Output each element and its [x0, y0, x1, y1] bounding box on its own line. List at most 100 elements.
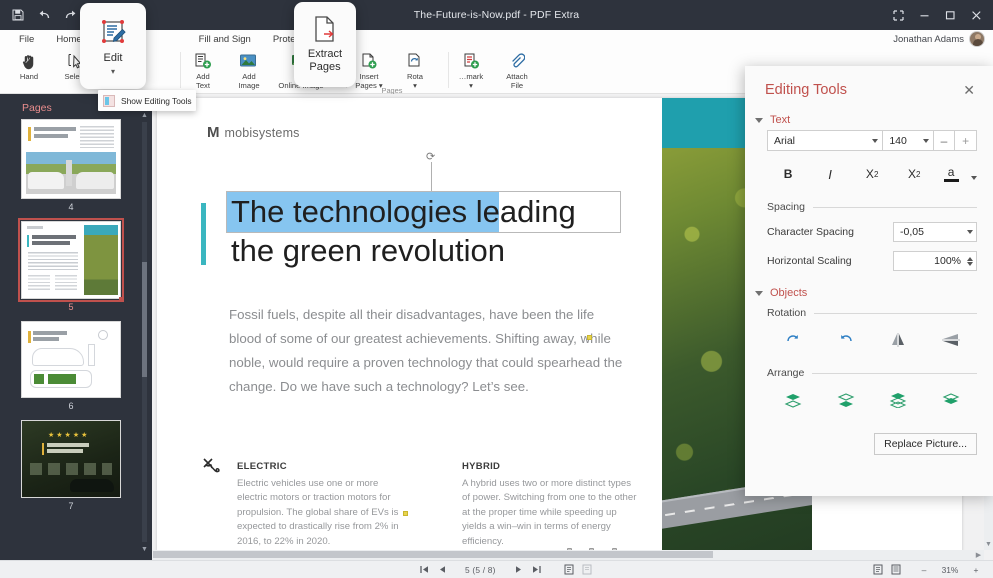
mobisystems-mark-icon: M: [207, 124, 219, 141]
extract-pages-popup[interactable]: Extract Pages: [294, 2, 356, 87]
add-text-button[interactable]: Add Text: [180, 49, 226, 93]
add-image-button[interactable]: Add Image: [226, 49, 272, 93]
superscript-button[interactable]: X2: [893, 162, 935, 186]
tab-file[interactable]: File: [8, 30, 45, 49]
scroll-down-icon[interactable]: ▼: [141, 546, 148, 554]
headline-selected-text: The technologies: [231, 194, 467, 229]
headline-line-2: the green revolution: [231, 230, 505, 271]
doc-scroll-right-icon[interactable]: ▶: [975, 551, 982, 559]
fit-width-icon[interactable]: [887, 562, 905, 578]
send-to-back-button[interactable]: [925, 387, 978, 413]
page-number-7: 7: [22, 501, 120, 511]
page-thumbnail-5[interactable]: [22, 222, 120, 298]
section-header-text[interactable]: Text: [745, 104, 993, 130]
scroll-up-icon[interactable]: ▲: [141, 112, 148, 120]
restore-layout-icon[interactable]: [885, 0, 911, 30]
zoom-in-button[interactable]: +: [967, 562, 985, 578]
increase-font-size-button[interactable]: +: [955, 130, 977, 151]
extract-pages-popup-label: Extract Pages: [308, 48, 342, 74]
insert-pages-icon: [358, 51, 380, 71]
zoom-controls: – 31% +: [869, 562, 985, 578]
continuous-view-icon[interactable]: [578, 562, 596, 578]
page-indicator[interactable]: 5 (5 / 8): [451, 565, 510, 575]
chevron-down-icon[interactable]: [967, 230, 973, 234]
fit-page-icon[interactable]: [869, 562, 887, 578]
decrease-font-size-button[interactable]: –: [934, 130, 956, 151]
send-backward-button[interactable]: [820, 387, 873, 413]
character-spacing-value: -0,05: [900, 226, 963, 238]
stepper-up-icon[interactable]: [967, 257, 973, 261]
bold-button[interactable]: B: [767, 162, 809, 186]
rotate-pages-icon: [404, 51, 426, 71]
tab-fill-and-sign[interactable]: Fill and Sign: [188, 30, 262, 49]
chevron-down-icon[interactable]: [923, 139, 929, 143]
rotate-counterclockwise-button[interactable]: [820, 327, 873, 353]
font-row: Arial 140 – +: [745, 130, 993, 151]
title-bar: The-Future-is-Now.pdf - PDF Extra: [0, 0, 993, 30]
last-page-icon[interactable]: [528, 562, 546, 578]
pages-panel-scrollbar[interactable]: ▲ ▼: [141, 112, 148, 554]
maximize-icon[interactable]: [937, 0, 963, 30]
stepper-arrows[interactable]: [964, 257, 973, 266]
page-thumbnail-4[interactable]: [22, 120, 120, 198]
flip-vertical-icon: [941, 332, 961, 348]
watermark-button[interactable]: …mark ▾: [448, 49, 494, 93]
divider: [812, 373, 977, 374]
replace-picture-button[interactable]: Replace Picture...: [874, 433, 977, 455]
doc-scroll-down-icon[interactable]: ▼: [985, 541, 992, 548]
hand-tool-button[interactable]: Hand: [6, 49, 52, 93]
pages-scroll-thumb[interactable]: [142, 262, 147, 377]
arrange-group-header: Arrange: [745, 367, 993, 379]
single-page-view-icon[interactable]: [560, 562, 578, 578]
stepper-down-icon[interactable]: [967, 262, 973, 266]
next-page-icon[interactable]: [510, 562, 528, 578]
avatar[interactable]: [969, 31, 985, 47]
rotate-clockwise-button[interactable]: [767, 327, 820, 353]
first-page-icon[interactable]: [415, 562, 433, 578]
horizontal-scaling-stepper[interactable]: 100%: [893, 251, 977, 271]
rotation-buttons-row: [745, 319, 993, 353]
flip-vertical-button[interactable]: [925, 327, 978, 353]
italic-button[interactable]: I: [809, 162, 851, 186]
subscript-button[interactable]: X2: [851, 162, 893, 186]
rotate-handle[interactable]: ⟳: [425, 152, 437, 192]
document-horizontal-scrollbar[interactable]: ▶: [152, 550, 984, 560]
character-spacing-select[interactable]: -0,05: [893, 222, 977, 242]
previous-page-icon[interactable]: [433, 562, 451, 578]
page-thumbnail-6[interactable]: [22, 322, 120, 397]
attach-file-button[interactable]: Attach File: [494, 49, 540, 93]
page-thumbnail-7[interactable]: ★★★★★: [22, 421, 120, 497]
font-color-button[interactable]: a: [935, 161, 967, 187]
feature-electric-handle[interactable]: [403, 511, 408, 516]
bring-forward-button[interactable]: [767, 387, 820, 413]
section-text-label: Text: [770, 114, 790, 126]
font-name-select[interactable]: Arial: [767, 130, 883, 151]
section-header-objects[interactable]: Objects: [745, 271, 993, 303]
brand-name: mobisystems: [225, 126, 300, 140]
collapse-triangle-icon[interactable]: [755, 118, 763, 123]
bring-to-front-button[interactable]: [872, 387, 925, 413]
minimize-icon[interactable]: [911, 0, 937, 30]
show-editing-tools-tooltip[interactable]: Show Editing Tools: [98, 90, 196, 111]
pdf-extra-window: The-Future-is-Now.pdf - PDF Extra File H…: [0, 0, 993, 578]
add-text-icon: [192, 51, 214, 71]
zoom-level[interactable]: 31%: [933, 565, 967, 575]
zoom-out-button[interactable]: –: [915, 562, 933, 578]
close-icon[interactable]: ✕: [963, 83, 975, 97]
bring-to-front-icon: [888, 392, 908, 408]
account-area[interactable]: Jonathan Adams: [893, 31, 985, 47]
feature-hybrid: HYBRID A hybrid uses two or more distinc…: [462, 460, 637, 549]
font-size-select[interactable]: 140: [882, 130, 933, 151]
collapse-triangle-icon[interactable]: [755, 291, 763, 296]
paragraph-handle[interactable]: [587, 335, 592, 340]
chevron-down-icon[interactable]: [872, 139, 878, 143]
chevron-down-icon[interactable]: ▾: [111, 67, 115, 76]
close-icon[interactable]: [963, 0, 989, 30]
edit-popup[interactable]: Edit ▾: [80, 3, 146, 89]
flip-horizontal-button[interactable]: [872, 327, 925, 353]
chevron-down-icon[interactable]: [971, 176, 977, 180]
extract-page-icon: [312, 15, 338, 43]
document-hscroll-thumb[interactable]: [153, 551, 713, 558]
section-objects-label: Objects: [770, 287, 807, 299]
body-paragraph[interactable]: Fossil fuels, despite all their disadvan…: [229, 303, 624, 399]
